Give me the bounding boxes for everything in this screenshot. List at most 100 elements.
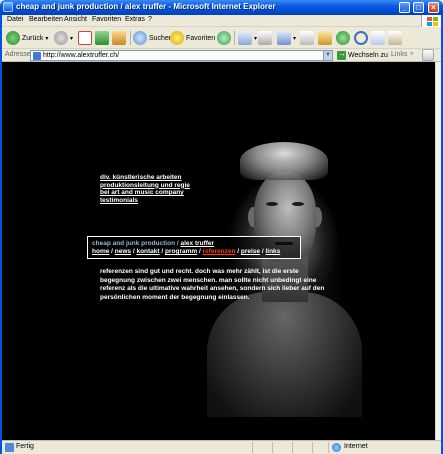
back-label: Zurück [22,34,44,42]
chevron-down-icon[interactable]: ▾ [70,35,73,42]
nav-programm[interactable]: programm [165,248,197,255]
windows-logo-icon [421,15,441,27]
nav-home[interactable]: home [92,248,109,255]
side-links: div. künstlerische arbeiten produktionsl… [100,174,190,204]
title-bar[interactable]: cheap and junk production / alex truffer… [0,0,443,15]
ie-icon [3,2,13,12]
vertical-scrollbar[interactable] [435,62,441,440]
mail-button[interactable]: ▾ [238,30,257,46]
menu-bar: Datei Bearbeiten Ansicht Favoriten Extra… [2,15,441,27]
site-title-name[interactable]: alex truffer [180,240,214,247]
link-art-and-music-company[interactable]: bei art and music company [100,189,190,197]
nav-news[interactable]: news [115,248,131,255]
status-divider [252,442,253,453]
photo-shoulders [207,292,362,417]
links-label[interactable]: Links [391,51,407,58]
menu-ansicht[interactable]: Ansicht [64,16,87,23]
status-divider [312,442,313,453]
back-arrow-icon [6,31,20,45]
menu-favoriten[interactable]: Favoriten [92,16,121,23]
favorites-button[interactable]: Favoriten [170,30,215,46]
menu-datei[interactable]: Datei [7,16,23,23]
minimize-button[interactable]: _ [399,2,410,13]
browser-window: cheap and junk production / alex truffer… [0,0,443,454]
research-button[interactable] [318,30,332,46]
forward-button[interactable]: ▾ [54,30,73,46]
stop-icon [78,31,92,45]
search-icon [133,31,147,45]
referenzen-text: referenzen sind gut und recht. doch was … [100,268,325,301]
menu-extras[interactable]: Extras [125,16,145,23]
status-divider [272,442,273,453]
history-button[interactable] [217,30,231,46]
address-bar: Adresse http://www.alextruffer.ch/ ▼ Wec… [2,49,441,62]
search-button[interactable]: Suchen [133,30,173,46]
address-label: Adresse [5,51,31,58]
forward-arrow-icon [54,31,68,45]
address-dropdown-button[interactable]: ▼ [323,51,332,60]
toolbar-extra-icon[interactable] [422,49,434,61]
nav-referenzen[interactable]: referenzen [203,248,236,255]
cut-button[interactable] [354,30,368,46]
print-icon [258,31,272,45]
status-divider [292,442,293,453]
paste-button[interactable] [388,30,402,46]
page-icon [33,52,41,60]
chevron-down-icon[interactable]: ▾ [293,35,296,42]
menu-help[interactable]: ? [148,16,152,23]
copy-button[interactable] [371,30,385,46]
nav-preise[interactable]: preise [241,248,260,255]
paste-icon [388,31,402,45]
site-title-prefix: cheap and junk production / [92,240,181,247]
link-kuenstlerische-arbeiten[interactable]: div. künstlerische arbeiten [100,174,190,182]
address-url[interactable]: http://www.alextruffer.ch/ [43,52,119,59]
cut-icon [354,31,368,45]
status-text: Fertig [16,443,34,450]
edit-button[interactable]: ▾ [277,30,296,46]
stop-button[interactable] [78,30,92,46]
chevron-down-icon[interactable]: ▾ [254,35,257,42]
toolbar-divider [234,31,235,45]
refresh-button[interactable] [95,30,109,46]
links-chevron-icon[interactable]: » [410,51,413,57]
photo-eye-left [266,202,278,206]
mail-icon [238,31,252,45]
window-title: cheap and junk production / alex truffer… [16,2,276,11]
photo-eye-right [292,202,304,206]
nav-kontakt[interactable]: kontakt [136,248,159,255]
go-button[interactable]: Wechseln zu [337,49,388,61]
status-divider [328,442,329,453]
photo-hair [240,142,328,180]
messenger-icon [336,31,350,45]
status-bar: Fertig Internet [2,440,441,454]
research-icon [318,31,332,45]
toolbar: Zurück ▾ ▾ Suchen Favoriten ▾ ▾ [2,27,441,49]
address-input[interactable]: http://www.alextruffer.ch/ ▼ [30,50,333,61]
page-done-icon [5,443,14,452]
favorites-label: Favoriten [186,34,216,42]
back-button[interactable]: Zurück ▾ [6,30,48,46]
discuss-button[interactable] [300,30,314,46]
edit-icon [277,31,291,45]
history-icon [217,31,231,45]
globe-icon [332,443,341,452]
menu-bearbeiten[interactable]: Bearbeiten [29,16,63,23]
messenger-button[interactable] [336,30,350,46]
close-button[interactable]: × [428,2,439,13]
print-button[interactable] [258,30,272,46]
security-zone: Internet [344,443,368,450]
go-label: Wechseln zu [348,52,388,59]
maximize-button[interactable]: □ [413,2,424,13]
discuss-icon [300,31,314,45]
home-button[interactable] [112,30,126,46]
site-nav-box: cheap and junk production / alex truffer… [87,236,301,259]
home-icon [112,31,126,45]
star-icon [170,31,184,45]
link-testimonials[interactable]: testimonials [100,197,190,205]
page-content: div. künstlerische arbeiten produktionsl… [2,62,435,440]
site-title: cheap and junk production / alex truffer [92,240,214,247]
site-nav: home / news / kontakt / programm / refer… [92,248,281,255]
chevron-down-icon[interactable]: ▾ [45,35,48,42]
link-produktionsleitung[interactable]: produktionsleitung und regie [100,182,190,190]
nav-links[interactable]: links [265,248,280,255]
